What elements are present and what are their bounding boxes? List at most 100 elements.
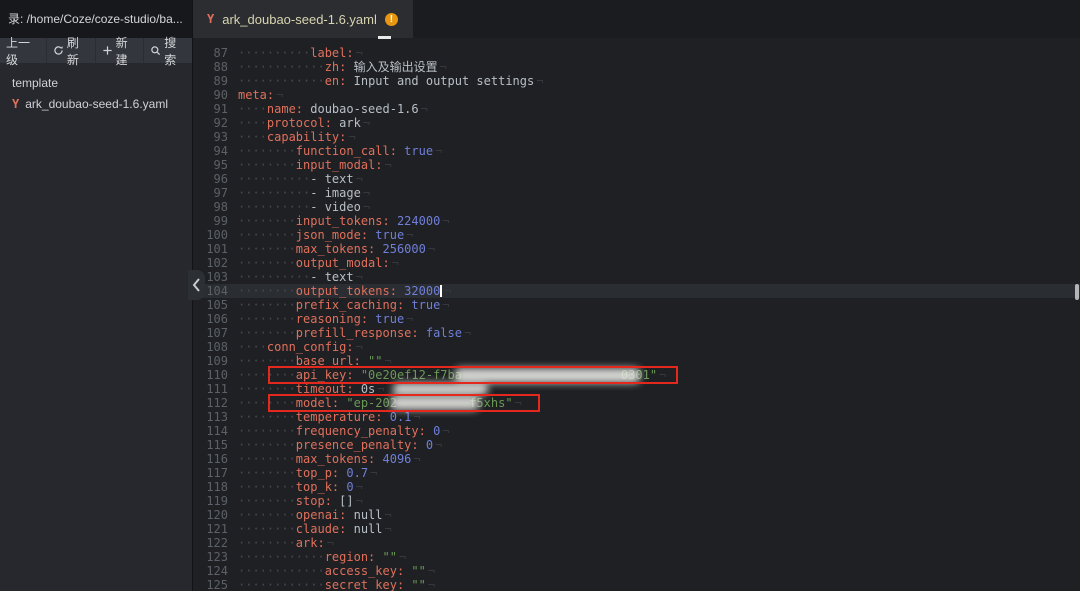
code-line[interactable]: 118 ········top_k: 0 ¬ <box>193 480 1080 494</box>
code-line[interactable]: 100 ········json_mode: true ¬ <box>193 228 1080 242</box>
tree-item-label: template <box>12 75 59 90</box>
code-text: ········max_tokens: 4096 ¬ <box>238 452 421 466</box>
line-number: 106 <box>206 312 228 326</box>
code-line[interactable]: 106 ········reasoning: true ¬ <box>193 312 1080 326</box>
code-line[interactable]: 121 ········claude: null ¬ <box>193 522 1080 536</box>
code-line[interactable]: 119 ········stop: [] ¬ <box>193 494 1080 508</box>
code-text: ····capability: ¬ <box>238 130 356 144</box>
search-button[interactable]: 搜索 <box>144 36 192 67</box>
code-text: ········api_key: "0e20ef12-f7ba 0301" ¬ <box>238 368 667 382</box>
line-number: 89 <box>213 74 228 88</box>
code-line[interactable]: 87 ··········label: ¬ <box>193 46 1080 60</box>
code-text: ········prefill_response: false ¬ <box>238 326 472 340</box>
line-number: 105 <box>206 298 228 312</box>
code-line[interactable]: 116 ········max_tokens: 4096 ¬ <box>193 452 1080 466</box>
tab-bar: Y ark_doubao-seed-1.6.yaml ! <box>193 0 1080 38</box>
code-line[interactable]: 104 ········output_tokens: 32000 ¬ <box>193 284 1080 298</box>
code-line[interactable]: 91 ····name: doubao-seed-1.6 ¬ <box>193 102 1080 116</box>
code-line[interactable]: 105 ········prefix_caching: true ¬ <box>193 298 1080 312</box>
code-line[interactable]: 117 ········top_p: 0.7 ¬ <box>193 466 1080 480</box>
line-number: 92 <box>213 116 228 130</box>
code-text: ········model: "ep-202 f5xhs" ¬ <box>238 396 522 410</box>
code-line[interactable]: 101 ········max_tokens: 256000 ¬ <box>193 242 1080 256</box>
code-line[interactable]: 110 ········api_key: "0e20ef12-f7ba 0301"… <box>193 368 1080 382</box>
code-text: ········output_modal: ¬ <box>238 256 399 270</box>
code-line[interactable]: 112 ········model: "ep-202 f5xhs" ¬ <box>193 396 1080 410</box>
code-line[interactable]: 122 ········ark: ¬ <box>193 536 1080 550</box>
code-line[interactable]: 123 ············region: "" ¬ <box>193 550 1080 564</box>
code-line[interactable]: 93 ····capability: ¬ <box>193 130 1080 144</box>
tree-item-template[interactable]: template <box>0 72 192 93</box>
line-number: 87 <box>213 46 228 60</box>
code-line[interactable]: 97 ··········- image ¬ <box>193 186 1080 200</box>
code-line[interactable]: 111 ········timeout: 0s ¬ <box>193 382 1080 396</box>
code-line[interactable]: 96 ··········- text ¬ <box>193 172 1080 186</box>
line-number: 122 <box>206 536 228 550</box>
editor-tab-ark-yaml[interactable]: Y ark_doubao-seed-1.6.yaml ! <box>193 0 413 38</box>
code-text: ········claude: null ¬ <box>238 522 392 536</box>
search-icon <box>150 45 161 56</box>
line-number: 118 <box>206 480 228 494</box>
code-line[interactable]: 120 ········openai: null ¬ <box>193 508 1080 522</box>
code-text: ········input_modal: ¬ <box>238 158 392 172</box>
code-line[interactable]: 124 ············access_key: "" ¬ <box>193 564 1080 578</box>
line-number: 107 <box>206 326 228 340</box>
code-text: ········output_tokens: 32000 ¬ <box>238 284 452 298</box>
code-line[interactable]: 115 ········presence_penalty: 0 ¬ <box>193 438 1080 452</box>
code-line[interactable]: 103 ··········- text ¬ <box>193 270 1080 284</box>
yaml-file-icon: Y <box>207 12 215 26</box>
code-line[interactable]: 98 ··········- video ¬ <box>193 200 1080 214</box>
code-line[interactable]: 89 ············en: Input and output setti… <box>193 74 1080 88</box>
tree-item-ark-yaml[interactable]: Yark_doubao-seed-1.6.yaml <box>0 93 192 114</box>
yaml-file-icon: Y <box>12 96 20 111</box>
sidebar-collapse-handle[interactable] <box>188 270 205 300</box>
app-window: 录: /home/Coze/coze-studio/ba... 上一级 刷新 新建搜… <box>0 0 1080 591</box>
code-text: ········timeout: 0s ¬ <box>238 382 385 396</box>
line-number: 110 <box>206 368 228 382</box>
code-text: ··········- text ¬ <box>238 172 363 186</box>
code-text: ··········label: ¬ <box>238 46 363 60</box>
line-number: 100 <box>206 228 228 242</box>
refresh-icon <box>53 45 64 56</box>
code-line[interactable]: 107 ········prefill_response: false ¬ <box>193 326 1080 340</box>
code-line[interactable]: 108 ····conn_config: ¬ <box>193 340 1080 354</box>
code-area[interactable]: 87 ··········label: ¬ 88 ············zh: 输入及… <box>193 38 1080 591</box>
code-line[interactable]: 109 ········base_url: "" ¬ <box>193 354 1080 368</box>
line-number: 119 <box>206 494 228 508</box>
code-line[interactable]: 114 ········frequency_penalty: 0 ¬ <box>193 424 1080 438</box>
up-level-button[interactable]: 上一级 <box>0 36 47 67</box>
code-line[interactable]: 113 ········temperature: 0.1 ¬ <box>193 410 1080 424</box>
plus-icon <box>102 45 113 56</box>
line-number: 124 <box>206 564 228 578</box>
code-line[interactable]: 102 ········output_modal: ¬ <box>193 256 1080 270</box>
code-text: ········top_p: 0.7 ¬ <box>238 466 378 480</box>
code-line[interactable]: 88 ············zh: 输入及输出设置 ¬ <box>193 60 1080 74</box>
code-text: ········top_k: 0 ¬ <box>238 480 363 494</box>
tree-item-label: ark_doubao-seed-1.6.yaml <box>25 96 168 111</box>
line-number: 113 <box>206 410 228 424</box>
code-editor[interactable]: 87 ··········label: ¬ 88 ············zh: 输入及… <box>193 38 1080 591</box>
code-text: ····name: doubao-seed-1.6 ¬ <box>238 102 428 116</box>
refresh-button[interactable]: 刷新 <box>47 36 96 67</box>
line-number: 111 <box>206 382 228 396</box>
code-line[interactable]: 94 ········function_call: true ¬ <box>193 144 1080 158</box>
code-text: meta: ¬ <box>238 88 284 102</box>
line-number: 123 <box>206 550 228 564</box>
editor-column: Y ark_doubao-seed-1.6.yaml ! 87 ·········… <box>193 0 1080 591</box>
code-line[interactable]: 95 ········input_modal: ¬ <box>193 158 1080 172</box>
file-tree: template Yark_doubao-seed-1.6.yaml <box>0 63 192 591</box>
vertical-scrollbar-thumb[interactable] <box>1075 284 1079 300</box>
code-line[interactable]: 99 ········input_tokens: 224000 ¬ <box>193 214 1080 228</box>
code-text: ········presence_penalty: 0 ¬ <box>238 438 443 452</box>
code-line[interactable]: 92 ····protocol: ark ¬ <box>193 116 1080 130</box>
code-line[interactable]: 90 meta: ¬ <box>193 88 1080 102</box>
code-text: ········stop: [] ¬ <box>238 494 363 508</box>
white-dash-mark <box>378 36 391 39</box>
code-text: ············region: "" ¬ <box>238 550 407 564</box>
current-directory-path: 录: /home/Coze/coze-studio/ba... <box>0 0 192 38</box>
line-number: 88 <box>213 60 228 74</box>
line-number: 116 <box>206 452 228 466</box>
code-line[interactable]: 125 ············secret_key: "" ¬ <box>193 578 1080 591</box>
line-number: 109 <box>206 354 228 368</box>
new-button[interactable]: 新建 <box>96 36 145 67</box>
